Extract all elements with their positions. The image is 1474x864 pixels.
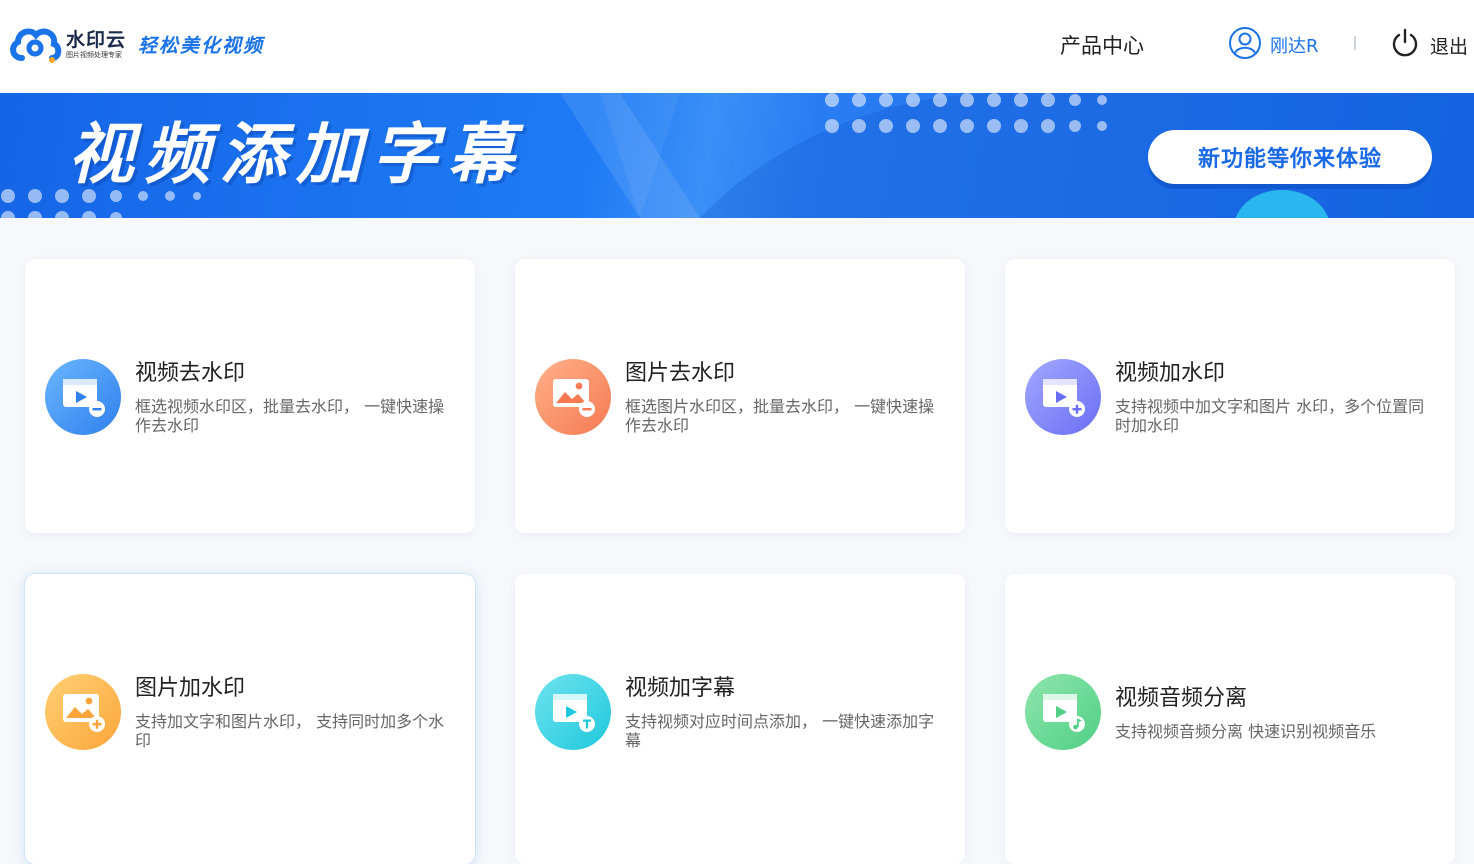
nav-product-center[interactable]: 产品中心 [1060, 30, 1144, 60]
logo-subtitle: 图片视频处理专家 [66, 50, 122, 59]
cloud-logo-icon [8, 24, 62, 64]
user-avatar-icon [1228, 26, 1262, 64]
video-subtitle-icon [535, 674, 611, 750]
logo[interactable]: 水印云 图片视频处理专家 轻松美化视频 [8, 22, 264, 66]
promo-banner[interactable]: 视频添加字幕 新功能等你来体验 [0, 93, 1474, 218]
card-image-add-watermark[interactable]: 图片加水印 支持加文字和图片水印， 支持同时加多个水印 [25, 574, 475, 864]
logo-slogan: 轻松美化视频 [138, 34, 265, 57]
user-name[interactable]: 刚达R [1270, 32, 1319, 58]
logo-name: 水印云 [66, 28, 127, 51]
card-video-audio-separation[interactable]: 视频音频分离 支持视频音频分离 快速识别视频音乐 [1005, 574, 1455, 864]
banner-title: 视频添加字幕 [68, 116, 524, 193]
banner-cta-button[interactable]: 新功能等你来体验 [1148, 130, 1432, 184]
card-title: 视频去水印 [135, 361, 246, 386]
card-description: 框选图片水印区，批量去水印， 一键快速操作去水印 [625, 397, 935, 435]
card-description: 支持加文字和图片水印， 支持同时加多个水印 [135, 712, 445, 750]
card-title: 视频加水印 [1115, 361, 1226, 386]
card-description: 支持视频中加文字和图片 水印，多个位置同时加水印 [1115, 397, 1425, 435]
card-image-remove-watermark[interactable]: 图片去水印 框选图片水印区，批量去水印， 一键快速操作去水印 [515, 259, 965, 533]
logout-label[interactable]: 退出 [1430, 32, 1468, 59]
card-title: 视频音频分离 [1115, 686, 1248, 711]
logout-button[interactable]: 退出 [1390, 28, 1468, 62]
card-video-add-watermark[interactable]: 视频加水印 支持视频中加文字和图片 水印，多个位置同时加水印 [1005, 259, 1455, 533]
video-audio-icon [1025, 674, 1101, 750]
card-title: 图片加水印 [135, 676, 246, 701]
video-add-icon [1025, 359, 1101, 435]
video-remove-icon [45, 359, 121, 435]
card-video-remove-watermark[interactable]: 视频去水印 框选视频水印区，批量去水印， 一键快速操作去水印 [25, 259, 475, 533]
card-description: 支持视频音频分离 快速识别视频音乐 [1115, 722, 1377, 741]
power-icon [1390, 28, 1420, 62]
header-divider [1354, 36, 1356, 50]
card-video-add-subtitle[interactable]: 视频加字幕 支持视频对应时间点添加， 一键快速添加字幕 [515, 574, 965, 864]
card-title: 视频加字幕 [625, 676, 736, 701]
image-remove-icon [535, 359, 611, 435]
card-title: 图片去水印 [625, 361, 736, 386]
image-add-icon [45, 674, 121, 750]
user-menu[interactable]: 刚达R [1228, 26, 1319, 64]
card-description: 支持视频对应时间点添加， 一键快速添加字幕 [625, 712, 935, 750]
top-header: 水印云 图片视频处理专家 轻松美化视频 产品中心 刚达R 退出 [0, 0, 1474, 93]
card-description: 框选视频水印区，批量去水印， 一键快速操作去水印 [135, 397, 445, 435]
